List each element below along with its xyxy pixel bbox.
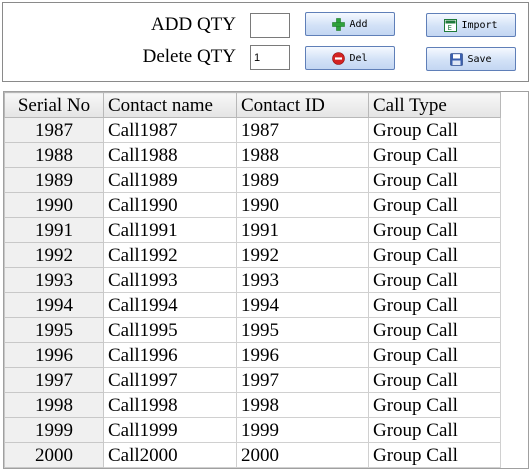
cell-contact-id[interactable]: 2000 (236, 442, 369, 468)
add-qty-label: ADD QTY (151, 14, 236, 35)
cell-contact-id[interactable]: 1993 (236, 267, 369, 293)
table-row[interactable]: 1994 Call1994 1994 Group Call (4, 292, 501, 318)
cell-contact-id[interactable]: 1998 (236, 392, 369, 418)
table-row[interactable]: 1999 Call1999 1999 Group Call (4, 417, 501, 443)
cell-contact-name[interactable]: Call1999 (103, 417, 237, 443)
column-header-contact-name[interactable]: Contact name (103, 92, 237, 118)
cell-contact-name[interactable]: Call1997 (103, 367, 237, 393)
table-row[interactable]: 1989 Call1989 1989 Group Call (4, 167, 501, 193)
cell-contact-name[interactable]: Call1992 (103, 242, 237, 268)
table-row[interactable]: 1988 Call1988 1988 Group Call (4, 142, 501, 168)
table-row[interactable]: 1998 Call1998 1998 Group Call (4, 392, 501, 418)
cell-contact-id[interactable]: 1989 (236, 167, 369, 193)
cell-serial-no[interactable]: 1994 (4, 292, 104, 318)
delete-qty-label: Delete QTY (142, 46, 236, 67)
cell-serial-no[interactable]: 1999 (4, 417, 104, 443)
cell-call-type[interactable]: Group Call (368, 317, 501, 343)
control-panel: ADD QTY Delete QTY Add Del (2, 2, 529, 82)
delete-button-label: Del (349, 52, 368, 64)
cell-contact-name[interactable]: Call1995 (103, 317, 237, 343)
cell-serial-no[interactable]: 1997 (4, 367, 104, 393)
cell-contact-id[interactable]: 1995 (236, 317, 369, 343)
table-row[interactable]: 1992 Call1992 1992 Group Call (4, 242, 501, 268)
cell-serial-no[interactable]: 1990 (4, 192, 104, 218)
cell-serial-no[interactable]: 1988 (4, 142, 104, 168)
contacts-table: Serial No Contact name Contact ID Call T… (4, 92, 501, 468)
cell-serial-no[interactable]: 1989 (4, 167, 104, 193)
table-row[interactable]: 1990 Call1990 1990 Group Call (4, 192, 501, 218)
import-button[interactable]: E Import (426, 13, 516, 37)
cell-contact-id[interactable]: 1988 (236, 142, 369, 168)
cell-contact-name[interactable]: Call1988 (103, 142, 237, 168)
contacts-grid[interactable]: Serial No Contact name Contact ID Call T… (3, 91, 529, 469)
cell-call-type[interactable]: Group Call (368, 342, 501, 368)
table-header-row: Serial No Contact name Contact ID Call T… (4, 92, 501, 118)
plus-icon (332, 17, 346, 31)
cell-call-type[interactable]: Group Call (368, 367, 501, 393)
cell-call-type[interactable]: Group Call (368, 117, 501, 143)
cell-contact-id[interactable]: 1987 (236, 117, 369, 143)
cell-serial-no[interactable]: 1991 (4, 217, 104, 243)
cell-call-type[interactable]: Group Call (368, 217, 501, 243)
cell-serial-no[interactable]: 1987 (4, 117, 104, 143)
cell-call-type[interactable]: Group Call (368, 192, 501, 218)
cell-call-type[interactable]: Group Call (368, 267, 501, 293)
cell-contact-name[interactable]: Call1996 (103, 342, 237, 368)
svg-text:E: E (448, 24, 452, 32)
cell-contact-id[interactable]: 1999 (236, 417, 369, 443)
table-row[interactable]: 1993 Call1993 1993 Group Call (4, 267, 501, 293)
cell-contact-name[interactable]: Call1994 (103, 292, 237, 318)
cell-contact-id[interactable]: 1997 (236, 367, 369, 393)
cell-call-type[interactable]: Group Call (368, 442, 501, 468)
table-row[interactable]: 1991 Call1991 1991 Group Call (4, 217, 501, 243)
save-button-label: Save (467, 53, 492, 65)
save-button[interactable]: Save (426, 47, 516, 71)
cell-contact-id[interactable]: 1996 (236, 342, 369, 368)
cell-contact-name[interactable]: Call1990 (103, 192, 237, 218)
cell-call-type[interactable]: Group Call (368, 142, 501, 168)
cell-serial-no[interactable]: 1995 (4, 317, 104, 343)
import-button-label: Import (461, 19, 498, 31)
cell-call-type[interactable]: Group Call (368, 392, 501, 418)
column-header-call-type[interactable]: Call Type (368, 92, 501, 118)
column-header-serial-no[interactable]: Serial No (4, 92, 104, 118)
cell-contact-id[interactable]: 1994 (236, 292, 369, 318)
add-button-label: Add (349, 18, 368, 30)
cell-call-type[interactable]: Group Call (368, 242, 501, 268)
cell-contact-name[interactable]: Call1993 (103, 267, 237, 293)
add-button[interactable]: Add (305, 12, 395, 36)
cell-contact-name[interactable]: Call1991 (103, 217, 237, 243)
floppy-disk-icon (450, 52, 464, 66)
table-row[interactable]: 1997 Call1997 1997 Group Call (4, 367, 501, 393)
cell-serial-no[interactable]: 1993 (4, 267, 104, 293)
cell-serial-no[interactable]: 2000 (4, 442, 104, 468)
column-header-contact-id[interactable]: Contact ID (236, 92, 369, 118)
excel-import-icon: E (444, 18, 458, 32)
cell-contact-name[interactable]: Call1987 (103, 117, 237, 143)
table-row[interactable]: 1995 Call1995 1995 Group Call (4, 317, 501, 343)
cell-contact-id[interactable]: 1990 (236, 192, 369, 218)
cell-serial-no[interactable]: 1998 (4, 392, 104, 418)
cell-call-type[interactable]: Group Call (368, 167, 501, 193)
cell-call-type[interactable]: Group Call (368, 417, 501, 443)
cell-contact-id[interactable]: 1991 (236, 217, 369, 243)
delete-button[interactable]: Del (305, 46, 395, 70)
cell-contact-name[interactable]: Call1989 (103, 167, 237, 193)
cell-contact-name[interactable]: Call2000 (103, 442, 237, 468)
cell-serial-no[interactable]: 1996 (4, 342, 104, 368)
table-body: 1987 Call1987 1987 Group Call 1988 Call1988 19… (4, 117, 501, 468)
table-row[interactable]: 2000 Call2000 2000 Group Call (4, 442, 501, 468)
table-row[interactable]: 1996 Call1996 1996 Group Call (4, 342, 501, 368)
cell-contact-name[interactable]: Call1998 (103, 392, 237, 418)
add-qty-input[interactable] (250, 13, 290, 38)
delete-icon (332, 51, 346, 65)
cell-call-type[interactable]: Group Call (368, 292, 501, 318)
table-row[interactable]: 1987 Call1987 1987 Group Call (4, 117, 501, 143)
delete-qty-input[interactable] (250, 45, 290, 70)
cell-contact-id[interactable]: 1992 (236, 242, 369, 268)
cell-serial-no[interactable]: 1992 (4, 242, 104, 268)
